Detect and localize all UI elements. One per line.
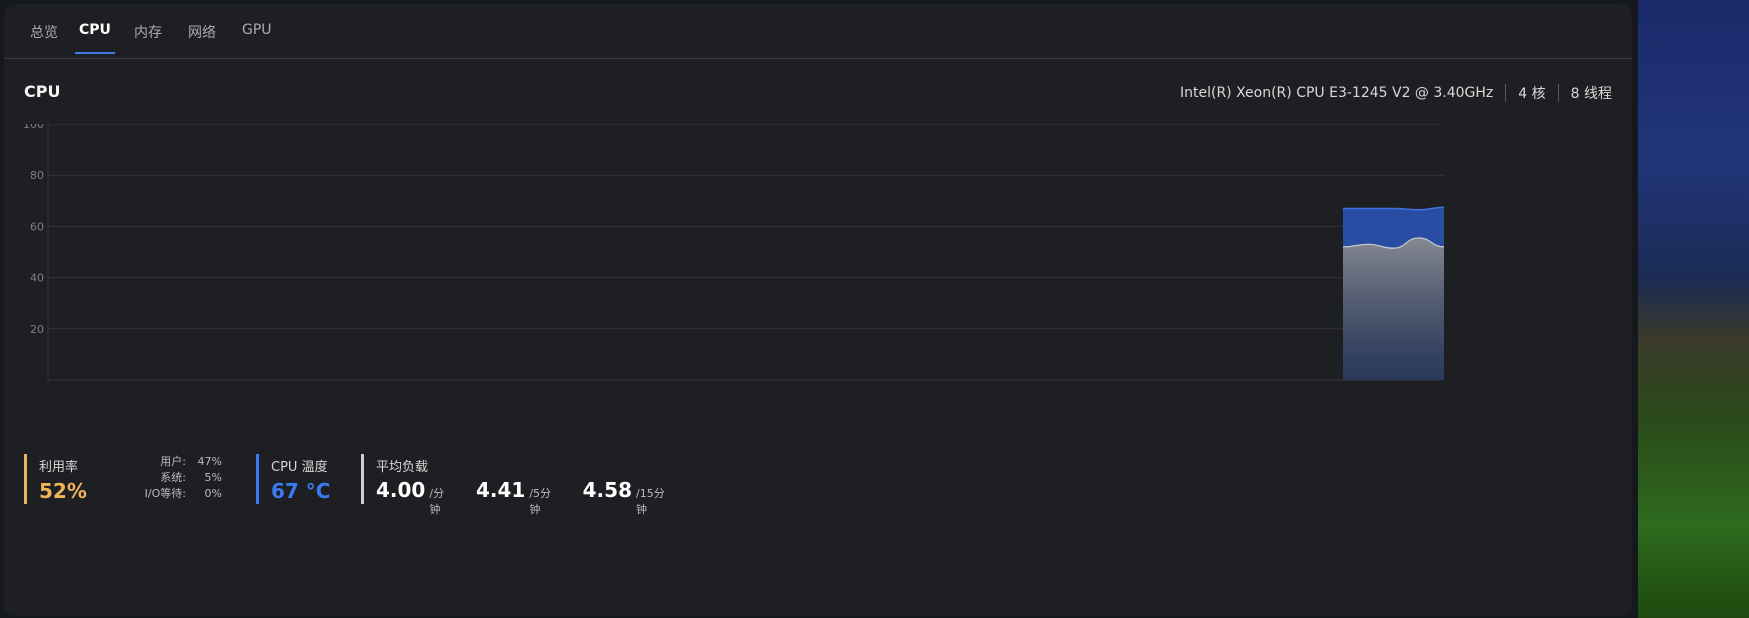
cpu-info: Intel(R) Xeon(R) CPU E3-1245 V2 @ 3.40GH… xyxy=(1180,83,1612,103)
tab-bar: 总览 CPU 内存 网络 GPU xyxy=(4,4,1632,59)
desktop-wallpaper xyxy=(1638,0,1749,618)
tab-memory[interactable]: 内存 xyxy=(130,22,166,56)
load-1min-value: 4.00 xyxy=(376,478,426,502)
y-tick-label: 40 xyxy=(30,272,44,285)
divider xyxy=(1505,84,1507,102)
load-label: 平均负载 xyxy=(376,460,429,475)
load-average-stat: 平均负载 4.00 /分钟 4.41 /5分钟 4.58 /15分钟 xyxy=(361,454,696,516)
tab-gpu[interactable]: GPU xyxy=(238,22,276,52)
temperature-label: CPU 温度 xyxy=(271,460,328,475)
y-tick-label: 100 xyxy=(23,124,44,131)
y-tick-label: 20 xyxy=(30,323,44,336)
user-value: 47% xyxy=(197,455,222,468)
cpu-monitor-panel: 总览 CPU 内存 网络 GPU CPU Intel(R) Xeon(R) CP… xyxy=(4,4,1632,616)
load-5min-value: 4.41 xyxy=(475,478,526,502)
y-tick-label: 60 xyxy=(30,220,44,233)
section-title: CPU xyxy=(24,82,61,101)
cpu-model: Intel(R) Xeon(R) CPU E3-1245 V2 @ 3.40GH… xyxy=(1179,85,1494,101)
tab-cpu[interactable]: CPU xyxy=(75,22,115,54)
system-value: 5% xyxy=(204,471,222,484)
utilization-breakdown: 用户: 47% 系统: 5% I/O等待: 0% xyxy=(142,454,222,502)
utilization-stat: 利用率 52% 用户: 47% 系统: 5% I/O等待: 0% xyxy=(24,454,229,504)
y-tick-label: 80 xyxy=(30,169,44,182)
load-5min-unit: /5分钟 xyxy=(529,487,552,516)
divider xyxy=(1557,84,1559,102)
temperature-stat: CPU 温度 67 °C xyxy=(256,454,361,504)
cpu-threads: 8 线程 xyxy=(1570,86,1612,102)
system-label: 系统: xyxy=(160,471,186,484)
user-usage-area xyxy=(1343,237,1444,380)
user-label: 用户: xyxy=(160,455,186,468)
tab-network[interactable]: 网络 xyxy=(184,22,220,56)
cpu-usage-chart: 100 80 60 40 20 xyxy=(23,124,1445,381)
load-1min-unit: /分钟 xyxy=(429,487,445,516)
cpu-cores: 4 核 xyxy=(1518,86,1546,102)
io-wait-value: 0% xyxy=(204,487,222,500)
load-15min-unit: /15分钟 xyxy=(636,487,665,516)
io-wait-label: I/O等待: xyxy=(144,487,186,500)
tab-overview[interactable]: 总览 xyxy=(26,22,62,56)
temperature-value: 67 °C xyxy=(271,479,331,503)
load-15min-value: 4.58 xyxy=(582,478,632,502)
